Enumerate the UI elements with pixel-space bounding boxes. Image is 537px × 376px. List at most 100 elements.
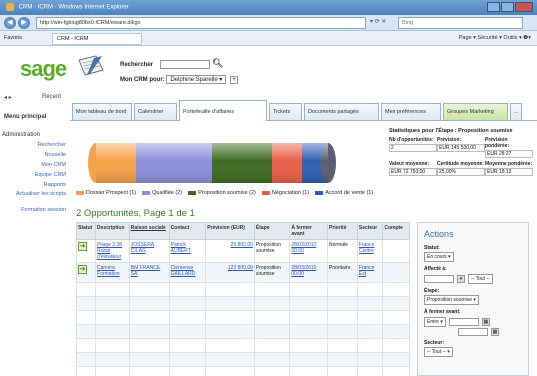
assigned-input[interactable] bbox=[424, 274, 454, 283]
nav-item[interactable]: Mon CRM bbox=[16, 160, 66, 170]
command-bar[interactable]: Page ▾ Sécurité ▾ Outils ▾ ❷▾ bbox=[459, 35, 531, 41]
company-value[interactable]: JOSSERA CILAG bbox=[131, 242, 154, 254]
close-date-to[interactable] bbox=[458, 328, 488, 336]
add-icon[interactable]: + bbox=[230, 76, 239, 84]
sector-select[interactable]: -- Tout -- ▾ bbox=[424, 347, 453, 357]
empty-cell bbox=[253, 338, 291, 353]
tab-item[interactable]: Groupes Marketing bbox=[443, 103, 508, 120]
open-opportunity-icon[interactable]: ➜ bbox=[78, 265, 87, 274]
forecast-value[interactable]: 123 800,00 bbox=[228, 265, 253, 271]
cell-contact[interactable]: Clémence GAILLARD bbox=[168, 262, 207, 283]
empty-cell bbox=[128, 352, 170, 367]
sector-value[interactable]: France Est bbox=[359, 265, 375, 277]
empty-cell bbox=[253, 352, 291, 367]
column-header[interactable]: Statut bbox=[75, 222, 97, 240]
column-header[interactable]: Description bbox=[95, 222, 130, 240]
close-date-from[interactable] bbox=[448, 317, 479, 326]
tab-item[interactable]: Mes préférences bbox=[381, 103, 441, 120]
tab-item[interactable]: Portefeuille d'affaires bbox=[179, 100, 267, 121]
close-button[interactable] bbox=[515, 2, 533, 12]
cell-description[interactable]: Caméra Formation bbox=[95, 262, 130, 283]
nav-item[interactable]: Formation session bbox=[16, 206, 66, 222]
close-value[interactable]: 28/03/2010 00:00 bbox=[291, 242, 316, 254]
maximize-button[interactable] bbox=[501, 2, 514, 12]
contact-value[interactable]: Patrick AUBERT bbox=[171, 242, 191, 254]
legend-swatch bbox=[315, 190, 324, 195]
column-header[interactable]: Compte bbox=[382, 222, 410, 240]
legend-item[interactable]: Accord de vente (1) bbox=[315, 190, 373, 196]
cell-contact[interactable]: Patrick AUBERT bbox=[168, 239, 207, 263]
back-icon[interactable]: ◀ bbox=[4, 17, 16, 29]
cell-forecast[interactable]: 123 800,00 bbox=[205, 262, 255, 283]
table-row[interactable]: ➜ Caméra Formation BM FRANCE SA Clémence GA… bbox=[75, 262, 410, 283]
nav-item[interactable]: Équipe CRM bbox=[16, 170, 66, 180]
cell-forecast[interactable]: 25 800,00 bbox=[205, 239, 255, 263]
assigned-select[interactable]: -- Tout -- bbox=[468, 274, 493, 284]
legend-item[interactable]: Négociation (1) bbox=[261, 190, 309, 196]
history-arrows[interactable]: ◂ ▸ bbox=[4, 94, 12, 101]
administration-link[interactable]: Administration bbox=[2, 132, 40, 138]
column-header[interactable]: Secteur bbox=[356, 222, 384, 240]
calendar-icon[interactable]: ▦ bbox=[481, 317, 490, 326]
column-header[interactable]: À fermer avant bbox=[289, 222, 328, 240]
sector-value[interactable]: France Centre bbox=[359, 242, 375, 254]
favorites-button[interactable]: Favoris bbox=[4, 35, 22, 41]
main-menu-link[interactable]: Menu principal bbox=[4, 114, 46, 120]
legend-item[interactable]: Qualifiée (2) bbox=[142, 190, 182, 196]
browser-tab[interactable]: CRM - ICRM bbox=[52, 33, 142, 45]
close-operator-select[interactable]: Entre ▾ bbox=[424, 317, 446, 327]
cell-company[interactable]: BM FRANCE SA bbox=[128, 262, 170, 283]
close-value[interactable]: 28/03/2010 00:00 bbox=[291, 265, 316, 277]
url-field[interactable]: http://win-fgbiug80bs0:ICRM/eware.dll/go bbox=[36, 17, 366, 29]
legend-item[interactable]: Dossier Prospect (1) bbox=[76, 190, 136, 196]
status-cell[interactable]: ➜ bbox=[75, 262, 97, 283]
cell-close[interactable]: 28/03/2010 00:00 bbox=[289, 239, 328, 263]
nav-item[interactable]: Nouvelle bbox=[16, 150, 66, 160]
minimize-button[interactable] bbox=[487, 2, 500, 12]
legend-swatch bbox=[142, 190, 151, 195]
refresh-stop-icons[interactable]: ▾ ⟳ ✕ bbox=[370, 18, 386, 25]
forecast-value[interactable]: 25 800,00 bbox=[231, 242, 253, 248]
tab-item[interactable]: Documents partagés bbox=[304, 103, 379, 120]
open-opportunity-icon[interactable]: ➜ bbox=[78, 242, 87, 251]
mycrm-user-select[interactable]: Delphine Sparelle ▾ bbox=[166, 75, 227, 84]
cell-close[interactable]: 28/03/2010 00:00 bbox=[289, 262, 328, 283]
nav-item[interactable]: Actualiser les scripts bbox=[16, 190, 66, 206]
recent-link[interactable]: Récent bbox=[42, 94, 61, 100]
column-header[interactable]: Raison sociale bbox=[128, 222, 170, 240]
column-header[interactable]: Contact bbox=[168, 222, 207, 240]
legend-item[interactable]: Proposition soumise (2) bbox=[188, 190, 256, 196]
tab-item[interactable]: Tickets bbox=[269, 103, 302, 120]
empty-cell bbox=[205, 352, 255, 367]
column-header[interactable]: Priorité bbox=[326, 222, 358, 240]
cell-sector[interactable]: France Est bbox=[356, 262, 384, 283]
tab-item[interactable]: Calendrier bbox=[134, 103, 177, 120]
search-field[interactable]: Bing bbox=[398, 17, 523, 29]
empty-cell bbox=[95, 296, 130, 311]
company-value[interactable]: BM FRANCE SA bbox=[131, 265, 160, 277]
stats-title: Statistiques pour l'Étape : Proposition … bbox=[389, 128, 513, 134]
forward-icon[interactable]: ▶ bbox=[18, 17, 30, 29]
description-value[interactable]: Pliage 2.38 Robot d'élévateur bbox=[97, 242, 122, 260]
header-search-input[interactable] bbox=[160, 60, 210, 69]
status-select[interactable]: En cours ▾ bbox=[424, 252, 454, 262]
calendar-icon[interactable]: ▦ bbox=[491, 328, 499, 336]
column-header[interactable]: Prévision (EUR) bbox=[205, 222, 255, 240]
tab-item[interactable]: ... bbox=[510, 103, 522, 120]
cell-company[interactable]: JOSSERA CILAG bbox=[128, 239, 170, 263]
empty-cell bbox=[75, 282, 97, 297]
search-icon[interactable]: 🔍︎ bbox=[212, 58, 223, 69]
empty-cell bbox=[128, 338, 170, 353]
table-row[interactable]: ➜ Pliage 2.38 Robot d'élévateur JOSSERA CI… bbox=[75, 239, 410, 263]
description-value[interactable]: Caméra Formation bbox=[97, 265, 120, 277]
status-cell[interactable]: ➜ bbox=[75, 239, 97, 263]
dropdown-icon[interactable]: ▾ bbox=[457, 274, 465, 283]
stage-select[interactable]: Proposition soumise ▾ bbox=[424, 295, 479, 305]
contact-value[interactable]: Clémence GAILLARD bbox=[171, 265, 196, 277]
column-header[interactable]: Étape bbox=[253, 222, 291, 240]
nav-item[interactable]: Rapports bbox=[16, 180, 66, 190]
cell-sector[interactable]: France Centre bbox=[356, 239, 384, 263]
cell-description[interactable]: Pliage 2.38 Robot d'élévateur bbox=[95, 239, 130, 263]
tab-item[interactable]: Mon tableau de bord bbox=[72, 103, 132, 120]
nav-item[interactable]: Rechercher bbox=[16, 140, 66, 150]
